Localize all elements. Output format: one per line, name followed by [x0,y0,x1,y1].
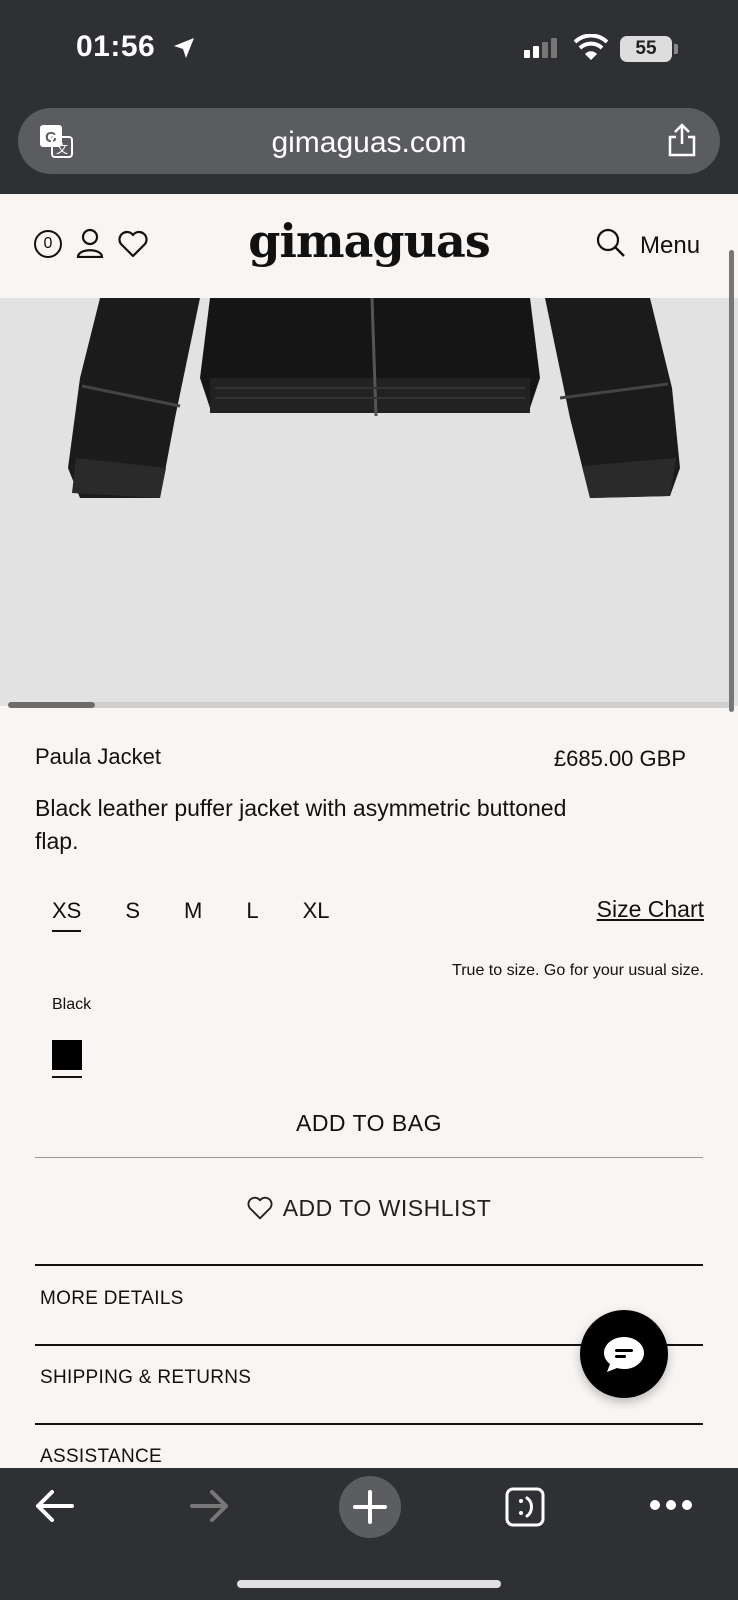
add-to-wishlist-button[interactable]: ADD TO WISHLIST [35,1188,703,1228]
back-icon[interactable] [34,1488,74,1524]
search-icon[interactable] [596,228,626,258]
accordion-shipping-returns[interactable]: SHIPPING & RETURNS [40,1367,251,1389]
signal-icon [524,38,557,58]
color-label: Black [52,996,92,1013]
battery-icon: 55 [620,36,672,62]
tabs-icon[interactable] [504,1486,546,1528]
plus-icon [353,1490,387,1524]
size-chart-link[interactable]: Size Chart [597,896,704,923]
location-arrow-icon [174,38,194,58]
accordion-more-details[interactable]: MORE DETAILS [40,1288,184,1310]
jacket-image [68,298,680,498]
carousel-scrollbar[interactable] [8,702,730,708]
new-tab-button[interactable] [339,1476,401,1538]
url-text[interactable]: gimaguas.com [18,126,720,160]
page-scrollbar[interactable] [729,250,734,712]
menu-button[interactable]: Menu [640,232,700,260]
product-description: Black leather puffer jacket with asymmet… [35,795,567,854]
wifi-icon [574,34,608,60]
chat-button[interactable] [580,1310,668,1398]
heart-icon [247,1196,273,1220]
accordion-divider [35,1423,703,1425]
size-option-l[interactable]: L [246,898,258,932]
accordion-divider [35,1264,703,1266]
size-option-xl[interactable]: XL [303,898,330,932]
battery-nub [674,44,678,54]
fit-note: True to size. Go for your usual size. [452,962,704,979]
swatch-selected-indicator [52,1076,82,1078]
product-price: £685.00 GBP [553,746,686,771]
address-bar[interactable]: G 文 gimaguas.com [18,108,720,174]
site-header: 0 gimaguas Menu [0,194,738,298]
add-to-bag-button[interactable]: ADD TO BAG [35,1110,703,1158]
product-image[interactable] [0,298,738,706]
more-icon[interactable] [650,1500,692,1510]
forward-icon[interactable] [190,1488,230,1524]
product-name: Paula Jacket [35,744,161,769]
size-option-m[interactable]: M [184,898,202,932]
accordion-assistance[interactable]: ASSISTANCE [40,1446,162,1468]
add-to-wishlist-label: ADD TO WISHLIST [282,1194,492,1221]
home-indicator [237,1580,501,1588]
site-logo[interactable]: gimaguas [0,214,738,268]
color-swatch-black[interactable] [52,1040,82,1070]
share-icon[interactable] [666,122,698,158]
carousel-scroll-thumb[interactable] [8,702,95,708]
browser-chrome-top: 01:56 55 G 文 gimaguas.com [0,0,738,194]
status-time: 01:56 [76,30,156,63]
size-option-s[interactable]: S [125,898,140,932]
chat-icon [604,1337,644,1372]
browser-toolbar [0,1468,738,1600]
size-selector: XS S M L XL [52,898,374,932]
size-option-xs[interactable]: XS [52,898,82,932]
